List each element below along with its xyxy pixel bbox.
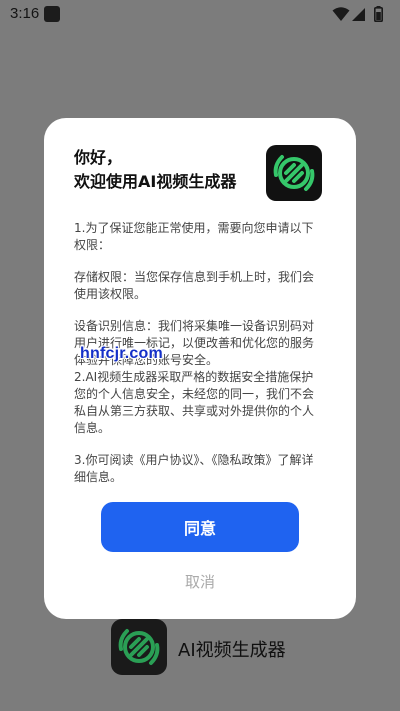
dialog-title: 你好， 欢迎使用AI视频生成器 xyxy=(74,146,236,194)
notification-icon xyxy=(44,6,60,22)
signal-icon xyxy=(352,8,365,21)
splash-app-icon xyxy=(111,619,167,675)
wifi-icon xyxy=(332,7,350,21)
watermark: hnfcjr.com xyxy=(80,345,163,362)
cancel-button[interactable]: 取消 xyxy=(164,571,236,595)
greeting-line-2: 欢迎使用AI视频生成器 xyxy=(74,172,237,191)
splash-app-name: AI视频生成器 xyxy=(178,640,286,661)
app-logo xyxy=(266,145,322,201)
permission-intro: 1.为了保证您能正常使用，需要向您申请以下权限： xyxy=(74,221,314,252)
agreement-links-text: 3.你可阅读《用户协议》、《隐私政策》了解详细信息。 xyxy=(74,453,314,484)
logo-icon xyxy=(273,155,315,191)
logo-icon xyxy=(118,629,160,665)
status-time: 3:16 xyxy=(10,5,40,22)
status-bar: 3:16 xyxy=(0,0,400,30)
agree-button[interactable]: 同意 xyxy=(101,502,299,552)
greeting-line-1: 你好， xyxy=(74,148,123,167)
privacy-consent-dialog: 你好， 欢迎使用AI视频生成器 1.为了保证您能正常使用，需要向您申请以下权限：… xyxy=(44,118,356,619)
storage-permission-text: 存储权限：当您保存信息到手机上时，我们会使用该权限。 xyxy=(74,270,315,301)
battery-icon xyxy=(374,6,383,22)
data-security-text: 2.AI视频生成器采取严格的数据安全措施保护您的个人信息安全，未经您的同一，我们… xyxy=(74,370,315,435)
